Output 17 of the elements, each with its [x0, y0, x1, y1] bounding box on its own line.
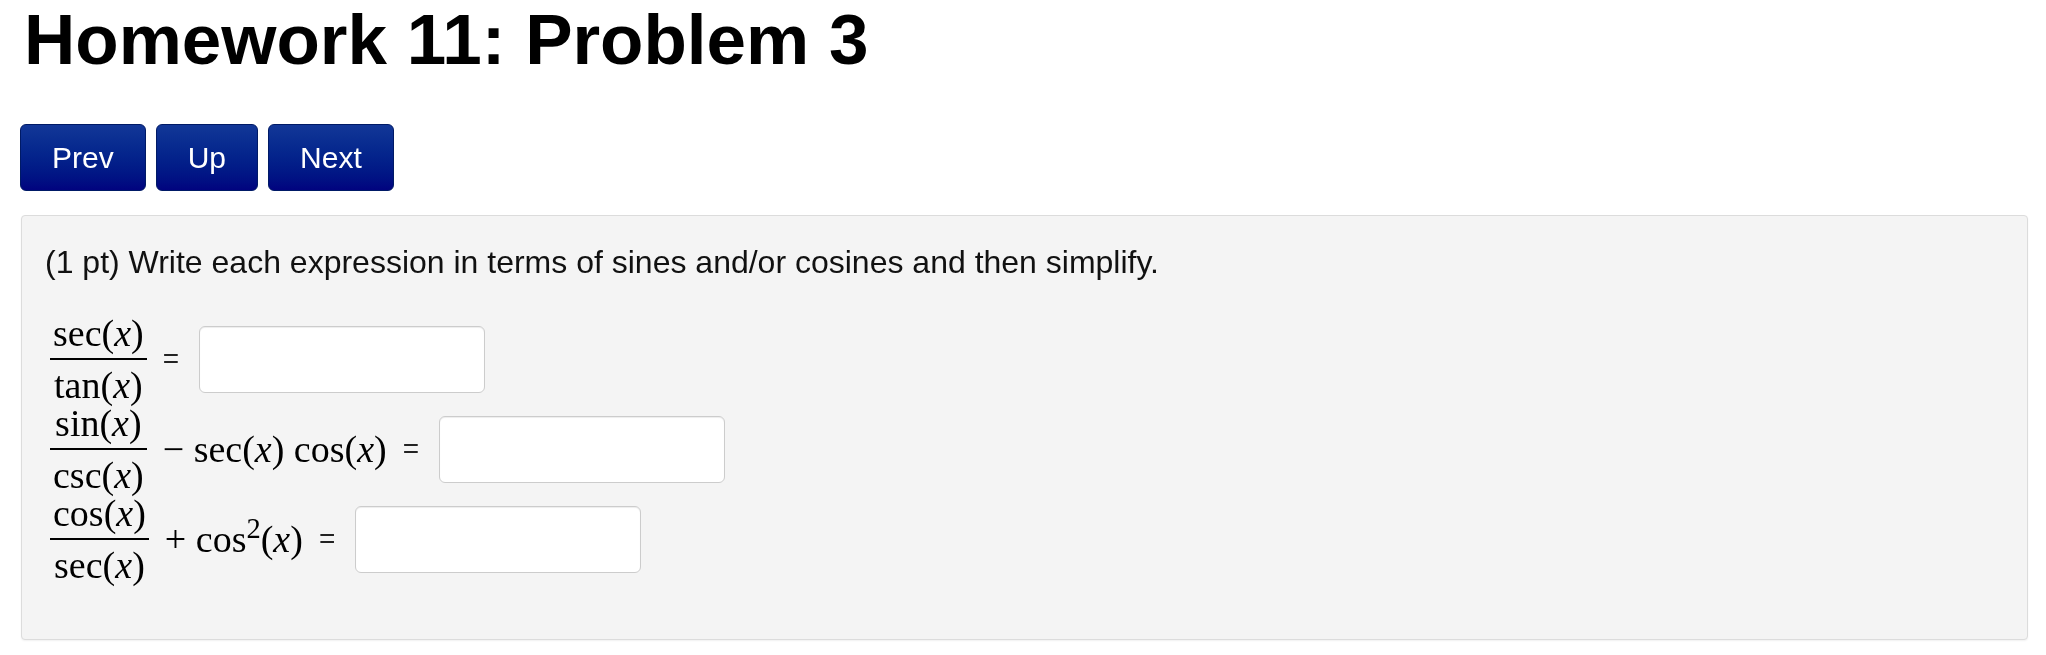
fraction-denominator: sec(x): [53, 546, 146, 584]
page-title: Homework 11: Problem 3: [24, 4, 869, 75]
equals-sign: =: [162, 344, 180, 374]
math-expression: + cos$^{2}$(x): [164, 520, 303, 558]
math-expression: − sec(x) cos(x): [162, 430, 387, 468]
equals-sign: =: [318, 524, 336, 554]
answer-field[interactable]: [199, 325, 486, 393]
fraction-numerator: sec(x): [52, 314, 145, 352]
nav-button[interactable]: Up: [155, 124, 259, 191]
problem-statement: (1 pt) Write each expression in terms of sines and/or cosines and then simplify.: [45, 243, 1159, 282]
nav-button[interactable]: Prev: [20, 124, 146, 191]
equals-sign: =: [402, 434, 420, 464]
fraction-denominator: tan(x): [53, 366, 144, 404]
answer-field[interactable]: [439, 415, 726, 483]
answer-field[interactable]: [355, 505, 642, 573]
fraction-denominator: csc(x): [52, 456, 145, 494]
nav-button[interactable]: Next: [268, 124, 394, 191]
